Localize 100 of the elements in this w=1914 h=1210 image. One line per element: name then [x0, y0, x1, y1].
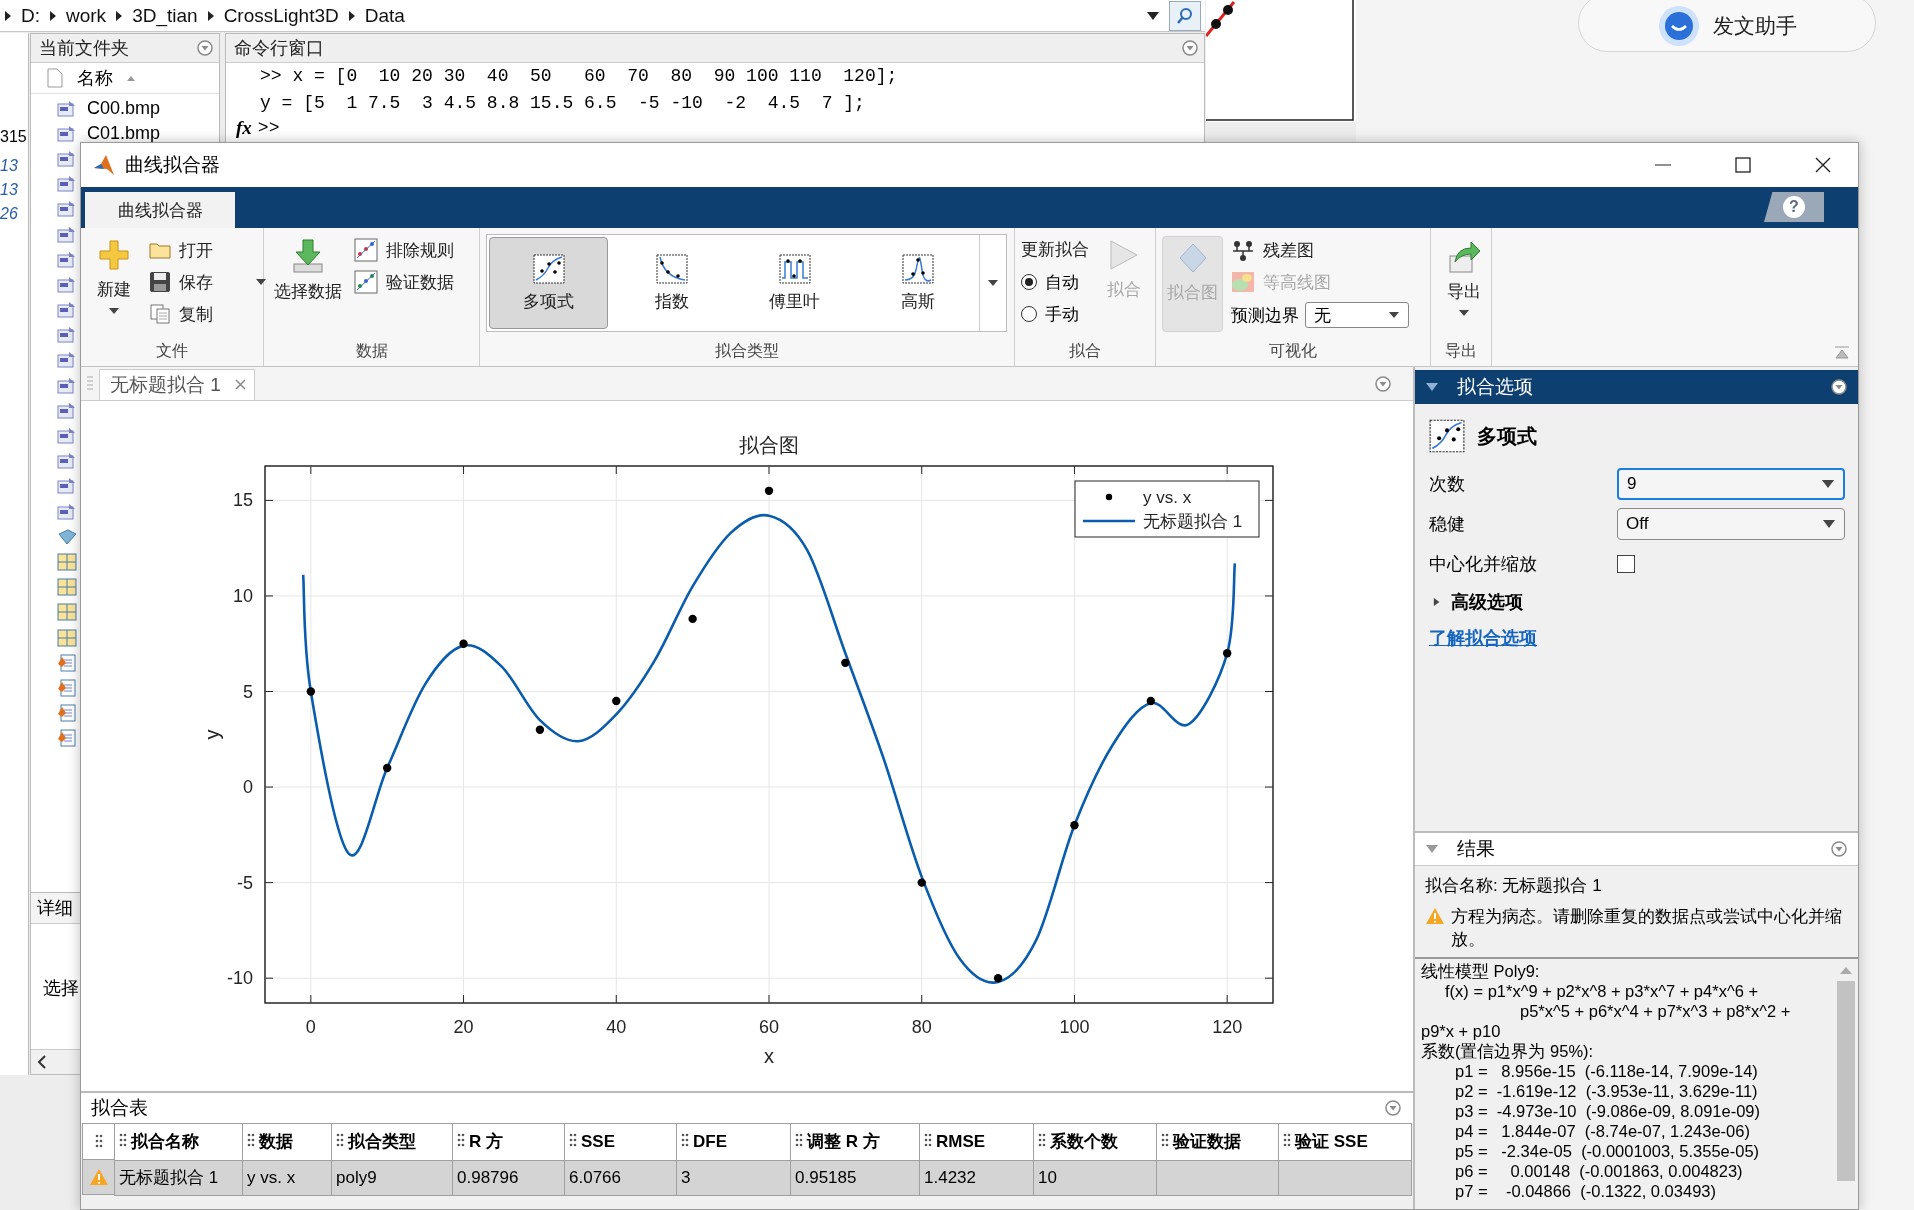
column-header[interactable]: DFE — [676, 1123, 791, 1161]
group-heading: 更新拟合 — [1021, 239, 1089, 261]
app-tab[interactable]: 曲线拟合器 — [85, 192, 235, 228]
group-label: 导出 — [1444, 341, 1478, 361]
panel-title: 当前文件夹 — [39, 37, 129, 60]
tick-label: 5 — [243, 681, 253, 702]
function-icon[interactable]: fx — [236, 117, 252, 139]
list-text: 13 — [0, 181, 18, 199]
warning-message: 方程为病态。请删除重复的数据点或尝试中心化并缩放。 — [1451, 906, 1843, 951]
column-header[interactable]: 验证数据 — [1156, 1123, 1279, 1161]
radio-button[interactable]: 手动 — [1021, 300, 1089, 328]
ribbon-button[interactable]: 打开 — [149, 236, 267, 264]
dropdown[interactable]: 无 — [1305, 302, 1409, 328]
help-button[interactable]: ? — [1764, 192, 1824, 222]
panel-title: 拟合表 — [91, 1095, 148, 1120]
expander[interactable]: 高级选项 — [1433, 584, 1845, 620]
gallery-item[interactable]: 高斯 — [858, 237, 977, 329]
output-line: p5 = -2.34e-05 (-0.0001003, 5.355e-05) — [1454, 1141, 1761, 1161]
table-cell: 无标题拟合 1 — [114, 1160, 243, 1196]
column-header[interactable]: 验证 SSE — [1278, 1123, 1412, 1161]
output-line: f(x) = p1*x^9 + p2*x^8 + p3*x^7 + p4*x^6 + — [1444, 981, 1760, 1001]
detail-text: 选择 — [43, 977, 79, 1000]
field-label: 预测边界 — [1231, 304, 1299, 327]
ribbon-button[interactable]: 排除规则 — [354, 236, 454, 264]
axis-label: y — [201, 729, 223, 740]
output-line: p3 = -4.973e-10 (-9.086e-09, 8.091e-09) — [1454, 1101, 1761, 1121]
tick-label: -10 — [227, 967, 253, 988]
window-title: 曲线拟合器 — [125, 153, 220, 177]
column-header[interactable]: 系数个数 — [1033, 1123, 1157, 1161]
axis-label: x — [764, 1044, 774, 1067]
panel-title: 命令行窗口 — [234, 37, 324, 60]
column-header[interactable]: 拟合名称 — [114, 1123, 243, 1161]
breadcrumb-item[interactable]: 3D_tian — [132, 4, 198, 27]
tick-label: 80 — [911, 1016, 932, 1037]
panel-title: 拟合选项 — [1457, 375, 1533, 399]
ribbon-button[interactable]: 保存 — [149, 268, 267, 296]
table-cell: y vs. x — [242, 1160, 332, 1196]
ribbon-button[interactable]: 选择数据 — [270, 236, 346, 305]
table-cell: 1.4232 — [919, 1160, 1034, 1196]
checkbox-label: 中心化并缩放 — [1429, 553, 1538, 576]
command-line: y = [5 1 7.5 3 4.5 8.8 15.5 6.5 -5 -10 -2 4.5 7 ]; — [260, 92, 866, 115]
output-line: p5*x^5 + p6*x^4 + p7*x^3 + p8*x^2 + — [1519, 1001, 1792, 1021]
breadcrumb-item[interactable]: work — [66, 4, 107, 27]
table-cell: 6.0766 — [564, 1160, 677, 1196]
table-cell: 10 — [1033, 1160, 1157, 1196]
gallery-item[interactable]: 多项式 — [489, 237, 608, 329]
dropdown[interactable]: Off — [1617, 508, 1845, 540]
tick-label: 40 — [606, 1016, 627, 1037]
ribbon-button[interactable]: 新建 — [87, 236, 141, 317]
group-label: 拟合 — [1068, 341, 1102, 361]
panel-title: 详细 — [37, 898, 73, 918]
column-header[interactable]: RMSE — [919, 1123, 1034, 1161]
ribbon-button[interactable]: 残差图 — [1231, 236, 1409, 264]
document-tab[interactable]: 无标题拟合 1 — [99, 368, 255, 400]
column-header[interactable]: 数据 — [242, 1123, 332, 1161]
help-link[interactable]: 了解拟合选项 — [1429, 626, 1537, 650]
ribbon-button[interactable]: 验证数据 — [354, 268, 454, 296]
tick-label: 20 — [453, 1016, 474, 1037]
legend-label: 无标题拟合 1 — [1143, 511, 1243, 531]
table-cell: 3 — [676, 1160, 791, 1196]
fit-type-label: 多项式 — [1477, 423, 1537, 449]
ribbon-button[interactable]: 复制 — [149, 300, 267, 328]
gallery-item[interactable]: 指数 — [612, 237, 731, 329]
panel-title: 结果 — [1457, 837, 1496, 861]
breadcrumb-item[interactable]: CrossLight3D — [223, 4, 339, 27]
legend-label: y vs. x — [1143, 487, 1192, 507]
assistant-button[interactable]: 发文助手 — [1578, 0, 1876, 52]
output-line: 线性模型 Poly9: — [1421, 961, 1541, 981]
column-header[interactable]: R 方 — [452, 1123, 565, 1161]
tick-label: 10 — [232, 585, 253, 606]
list-text: 315 — [0, 128, 27, 146]
breadcrumb-item[interactable]: D: — [21, 4, 40, 27]
column-header[interactable]: 拟合类型 — [331, 1123, 453, 1161]
ribbon-button[interactable]: 导出 — [1437, 236, 1491, 319]
output-line: p1 = 8.956e-15 (-6.118e-14, 7.909e-14) — [1454, 1061, 1759, 1081]
file-name[interactable]: C00.bmp — [87, 98, 161, 120]
file-name[interactable]: C01.bmp — [87, 123, 161, 145]
group-label: 文件 — [155, 341, 189, 361]
output-line: p4 = 1.844e-07 (-8.74e-07, 1.243e-06) — [1454, 1121, 1751, 1141]
table-cell: 0.98796 — [452, 1160, 565, 1196]
table-cell: poly9 — [331, 1160, 453, 1196]
output-line: p6 = 0.00148 (-0.001863, 0.004823) — [1454, 1161, 1744, 1181]
table-cell: 0.95185 — [790, 1160, 920, 1196]
tick-label: 0 — [305, 1016, 316, 1037]
gallery-item[interactable]: 傅里叶 — [735, 237, 854, 329]
command-line: >> x = [0 10 20 30 40 50 60 70 80 90 100 110 120]; — [260, 65, 899, 88]
column-header[interactable]: 名称 — [77, 66, 113, 90]
column-header[interactable]: SSE — [564, 1123, 677, 1161]
column-header[interactable]: 调整 R 方 — [790, 1123, 920, 1161]
list-text: 26 — [0, 205, 18, 223]
breadcrumb-item[interactable]: Data — [364, 4, 405, 27]
tick-label: -5 — [237, 872, 253, 893]
table-row[interactable]: 无标题拟合 1 y vs. x poly9 0.98796 6.0766 3 0.95185 1.4232 10 — [114, 1160, 1412, 1196]
dropdown[interactable]: 9 — [1617, 468, 1845, 500]
fit-name-text: 拟合名称: 无标题拟合 1 — [1425, 875, 1603, 897]
radio-button[interactable]: 自动 — [1021, 268, 1089, 296]
output-line: 系数(置信边界为 95%): — [1421, 1041, 1595, 1061]
tick-label: 15 — [232, 489, 253, 510]
output-line: p2 = -1.619e-12 (-3.953e-11, 3.629e-11) — [1454, 1081, 1759, 1101]
list-text: 13 — [0, 157, 18, 175]
